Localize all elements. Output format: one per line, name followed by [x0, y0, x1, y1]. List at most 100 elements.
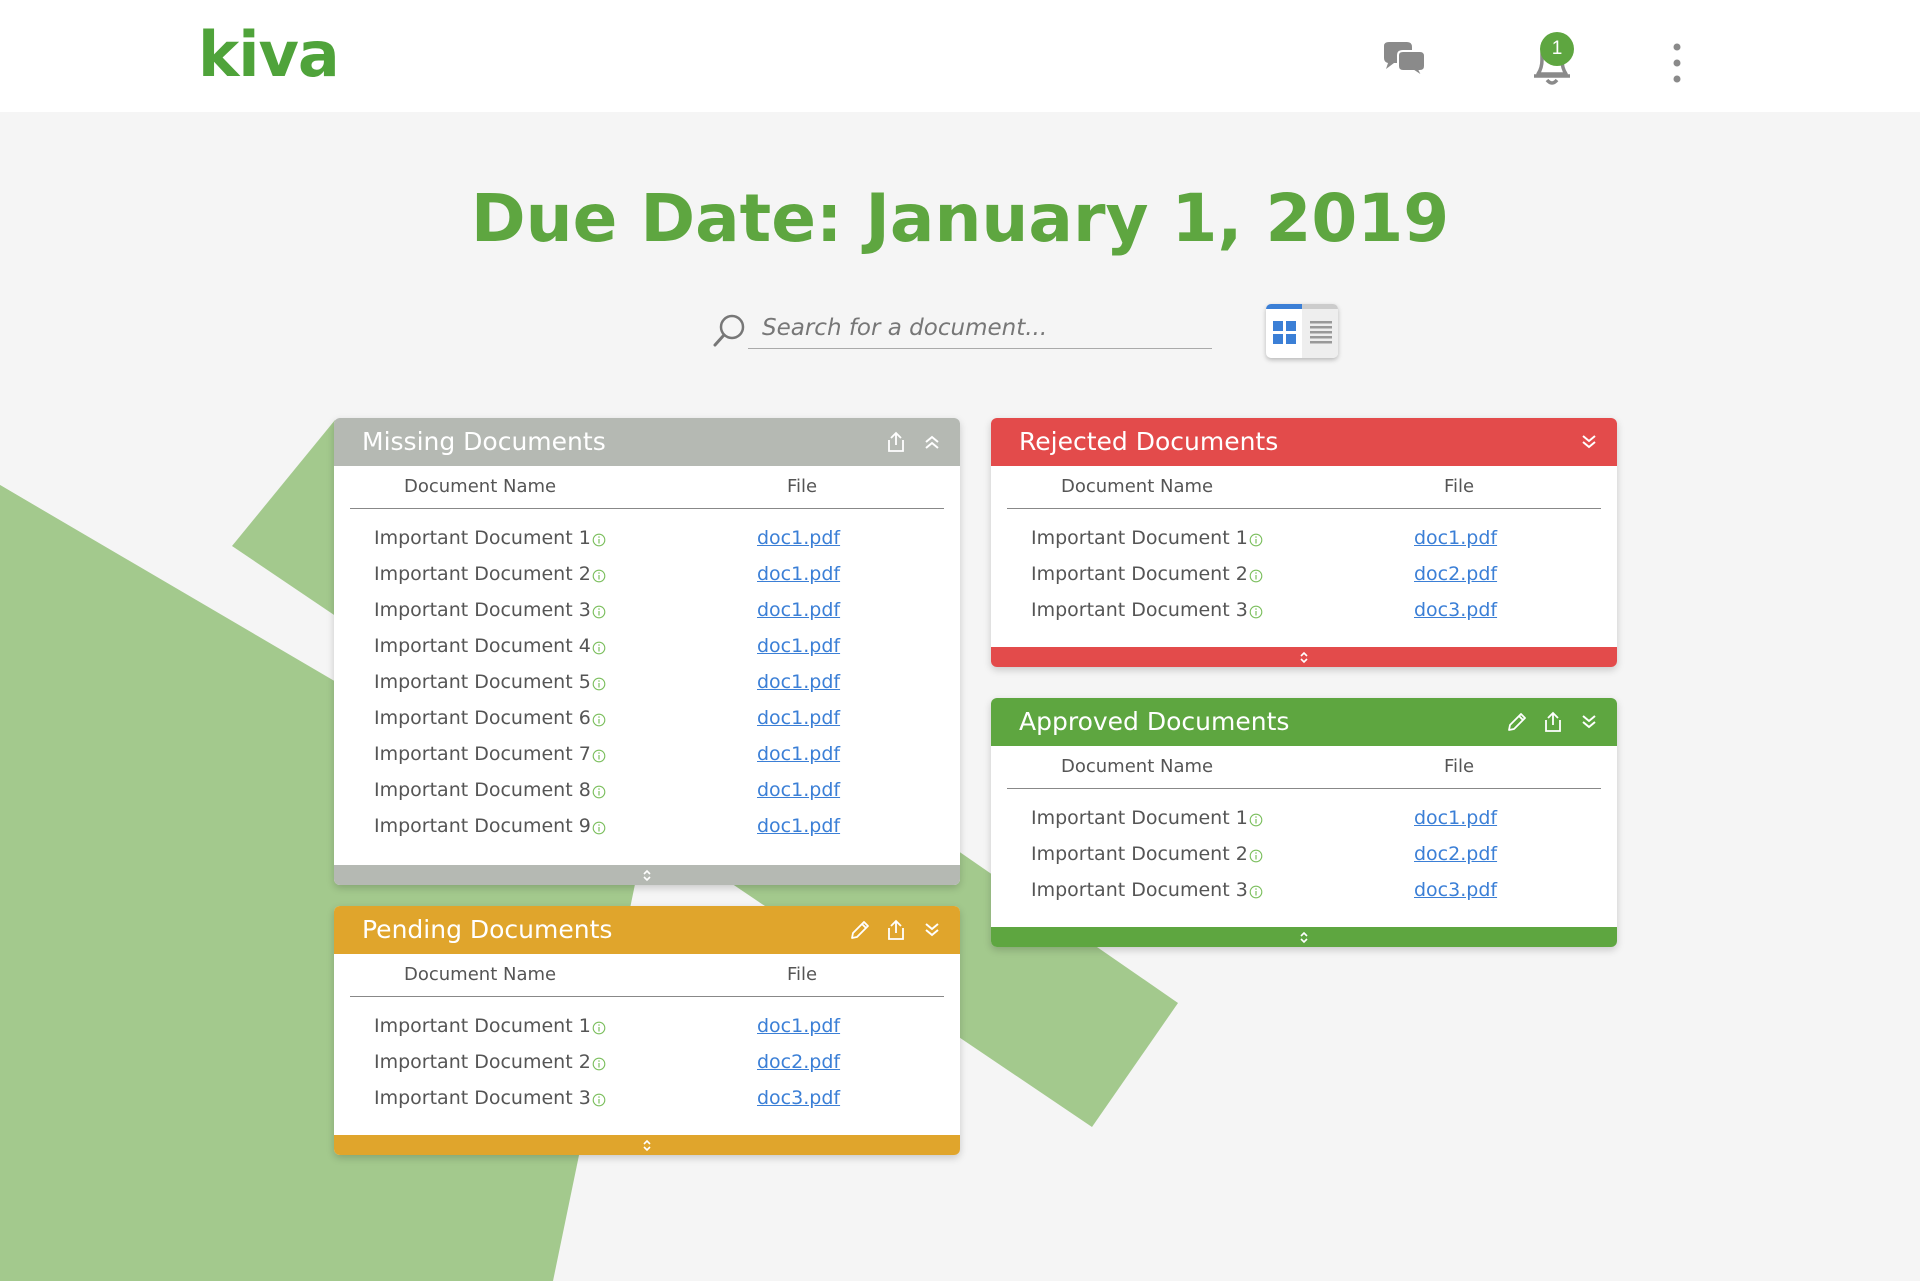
file-link[interactable]: doc1.pdf — [1414, 807, 1497, 829]
expand-handle[interactable] — [334, 865, 960, 885]
column-header-file[interactable]: File — [787, 476, 817, 497]
table-row: Important Document 1 doc1.pdf — [334, 521, 960, 557]
info-icon[interactable] — [592, 713, 606, 727]
expand-handle[interactable] — [334, 1135, 960, 1155]
file-link[interactable]: doc1.pdf — [757, 743, 840, 765]
info-icon[interactable] — [592, 1021, 606, 1035]
info-icon[interactable] — [1249, 569, 1263, 583]
file-link[interactable]: doc1.pdf — [757, 635, 840, 657]
info-icon[interactable] — [592, 785, 606, 799]
column-header-name[interactable]: Document Name — [404, 476, 556, 497]
file-link[interactable]: doc1.pdf — [757, 1015, 840, 1037]
notification-badge: 1 — [1540, 32, 1574, 66]
panel-header: Missing Documents — [334, 418, 960, 466]
share-icon[interactable] — [884, 918, 908, 942]
share-icon[interactable] — [1541, 710, 1565, 734]
document-name: Important Document 7 — [374, 743, 591, 765]
info-icon[interactable] — [592, 533, 606, 547]
table-row: Important Document 4 doc1.pdf — [334, 629, 960, 665]
table-row: Important Document 3 doc1.pdf — [334, 593, 960, 629]
view-toggle[interactable] — [1266, 304, 1338, 358]
chevron-down-double-icon[interactable] — [920, 918, 944, 942]
info-icon[interactable] — [1249, 813, 1263, 827]
table-row: Important Document 5 doc1.pdf — [334, 665, 960, 701]
file-link[interactable]: doc3.pdf — [1414, 599, 1497, 621]
panel-header: Pending Documents — [334, 906, 960, 954]
kiva-logo[interactable]: kiva — [198, 18, 340, 91]
table-row: Important Document 1 doc1.pdf — [334, 1009, 960, 1045]
file-link[interactable]: doc2.pdf — [757, 1051, 840, 1073]
expand-icon — [1300, 651, 1308, 664]
file-link[interactable]: doc1.pdf — [757, 527, 840, 549]
info-icon[interactable] — [592, 605, 606, 619]
column-header-name[interactable]: Document Name — [1061, 476, 1213, 497]
missing-documents-panel: Missing Documents Document Name File Imp… — [334, 418, 960, 885]
document-name: Important Document 6 — [374, 707, 591, 729]
document-name: Important Document 8 — [374, 779, 591, 801]
document-name: Important Document 3 — [374, 599, 591, 621]
file-link[interactable]: doc1.pdf — [757, 599, 840, 621]
info-icon[interactable] — [592, 569, 606, 583]
document-list: Important Document 1 doc1.pdf Important Do… — [334, 997, 960, 1117]
info-icon[interactable] — [1249, 885, 1263, 899]
chevron-down-double-icon[interactable] — [1577, 710, 1601, 734]
edit-icon[interactable] — [848, 918, 872, 942]
file-link[interactable]: doc1.pdf — [757, 707, 840, 729]
info-icon[interactable] — [1249, 849, 1263, 863]
table-header: Document Name File — [350, 954, 944, 997]
file-link[interactable]: doc1.pdf — [757, 779, 840, 801]
info-icon[interactable] — [592, 821, 606, 835]
search-icon[interactable] — [712, 312, 748, 348]
file-link[interactable]: doc3.pdf — [757, 1087, 840, 1109]
document-list: Important Document 1 doc1.pdf Important Do… — [334, 509, 960, 845]
table-row: Important Document 6 doc1.pdf — [334, 701, 960, 737]
chevron-down-double-icon[interactable] — [1577, 430, 1601, 454]
panel-title: Approved Documents — [1019, 707, 1290, 736]
panel-title: Missing Documents — [362, 427, 606, 456]
share-icon[interactable] — [884, 430, 908, 454]
info-icon[interactable] — [592, 1093, 606, 1107]
table-row: Important Document 1 doc1.pdf — [991, 801, 1617, 837]
info-icon[interactable] — [1249, 533, 1263, 547]
file-link[interactable]: doc2.pdf — [1414, 563, 1497, 585]
table-header: Document Name File — [1007, 466, 1601, 509]
document-name: Important Document 3 — [374, 1087, 591, 1109]
grid-list-icon[interactable] — [1266, 304, 1338, 358]
chevron-up-double-icon[interactable] — [920, 430, 944, 454]
document-name: Important Document 1 — [374, 527, 591, 549]
file-link[interactable]: doc1.pdf — [757, 563, 840, 585]
table-row: Important Document 3 doc3.pdf — [991, 873, 1617, 909]
document-name: Important Document 3 — [1031, 599, 1248, 621]
table-row: Important Document 2 doc2.pdf — [991, 557, 1617, 593]
chat-icon[interactable] — [1380, 40, 1428, 84]
more-options-icon[interactable] — [1670, 42, 1684, 84]
expand-handle[interactable] — [991, 647, 1617, 667]
document-name: Important Document 2 — [374, 1051, 591, 1073]
info-icon[interactable] — [592, 677, 606, 691]
edit-icon[interactable] — [1505, 710, 1529, 734]
info-icon[interactable] — [592, 1057, 606, 1071]
expand-icon — [1300, 931, 1308, 944]
panel-header: Approved Documents — [991, 698, 1617, 746]
expand-handle[interactable] — [991, 927, 1617, 947]
column-header-name[interactable]: Document Name — [404, 964, 556, 985]
search-input[interactable] — [748, 308, 1212, 349]
file-link[interactable]: doc1.pdf — [757, 671, 840, 693]
file-link[interactable]: doc1.pdf — [1414, 527, 1497, 549]
column-header-name[interactable]: Document Name — [1061, 756, 1213, 777]
column-header-file[interactable]: File — [1444, 756, 1474, 777]
table-row: Important Document 3 doc3.pdf — [991, 593, 1617, 629]
info-icon[interactable] — [592, 641, 606, 655]
file-link[interactable]: doc3.pdf — [1414, 879, 1497, 901]
document-name: Important Document 3 — [1031, 879, 1248, 901]
top-bar: kiva 1 — [0, 0, 1920, 112]
info-icon[interactable] — [592, 749, 606, 763]
file-link[interactable]: doc2.pdf — [1414, 843, 1497, 865]
document-name: Important Document 2 — [374, 563, 591, 585]
table-row: Important Document 2 doc2.pdf — [334, 1045, 960, 1081]
file-link[interactable]: doc1.pdf — [757, 815, 840, 837]
info-icon[interactable] — [1249, 605, 1263, 619]
document-name: Important Document 5 — [374, 671, 591, 693]
column-header-file[interactable]: File — [787, 964, 817, 985]
column-header-file[interactable]: File — [1444, 476, 1474, 497]
